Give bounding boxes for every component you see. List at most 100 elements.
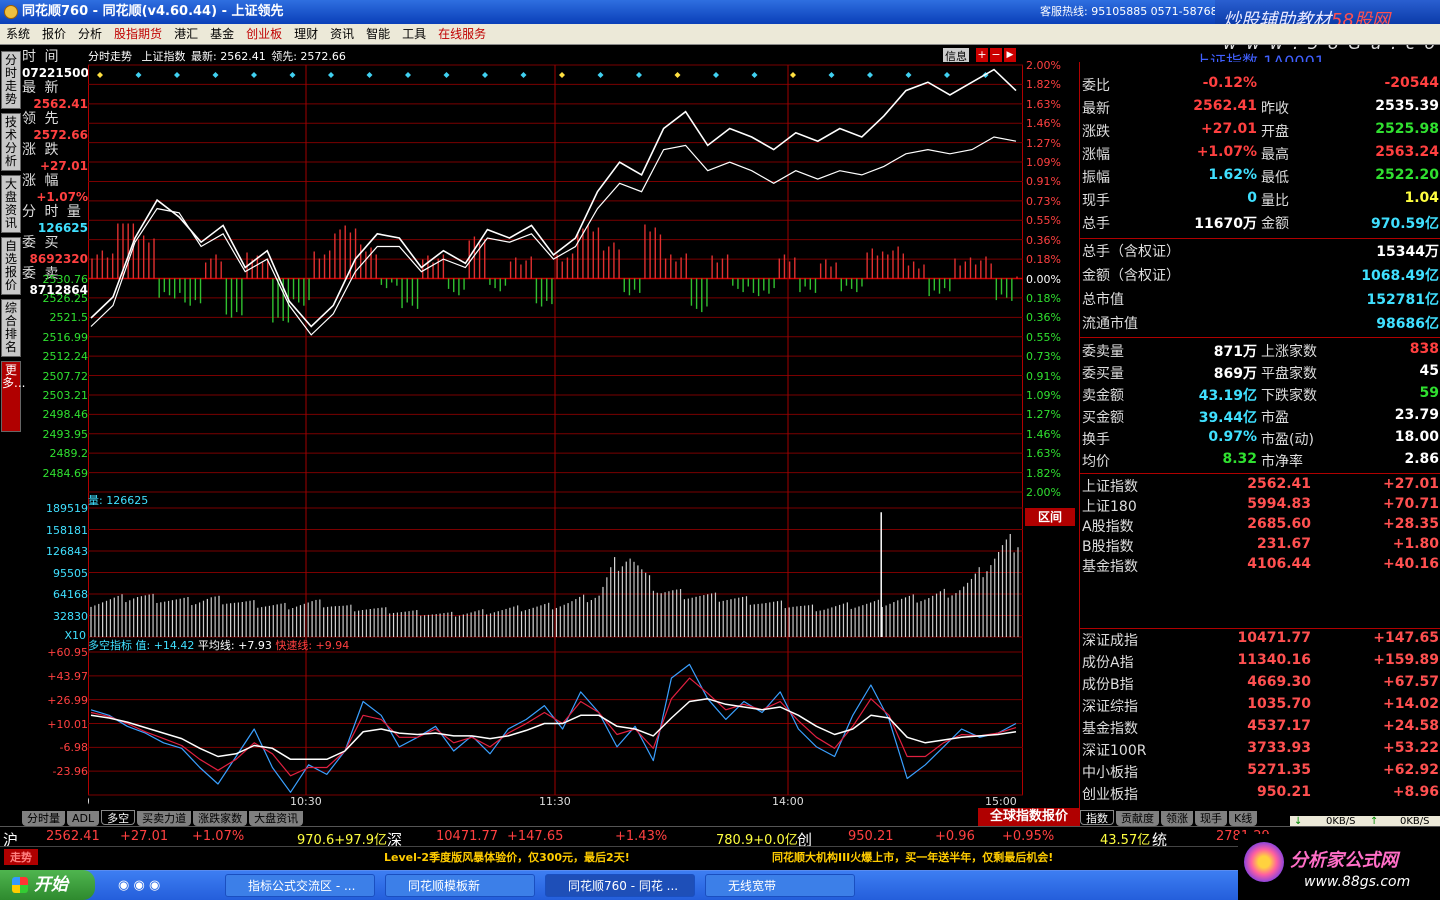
quote-value-2: 2525.98 <box>1375 121 1439 137</box>
index-price: 2562.41 <box>1247 476 1311 492</box>
menu-item-2[interactable]: 分析 <box>72 24 108 45</box>
indicator-value: 值: +14.42 <box>135 639 195 652</box>
quote-row: 委买量 869万 平盘家数 45 <box>1080 363 1440 385</box>
indicator-tab-4[interactable]: 涨跌家数 <box>193 811 248 826</box>
index-row[interactable]: 成份B指 4669.30 +67.57 <box>1080 674 1440 694</box>
zoom-in-icon[interactable]: + <box>976 48 988 62</box>
range-button[interactable]: 区间 <box>1025 508 1075 526</box>
indicator-tabs: 分时量 ADL 多空 买卖力道 涨跌家数 大盘资讯 <box>22 810 1080 826</box>
index-name: 上证180 <box>1082 499 1137 515</box>
pct-tick-label: 0.91% <box>1026 175 1061 189</box>
menu-item-9[interactable]: 智能 <box>360 24 396 45</box>
indicator-tab-2[interactable]: 多空 <box>101 810 136 825</box>
indicator-tab-5[interactable]: 大盘资讯 <box>249 811 304 826</box>
index-row[interactable]: 深证成指 10471.77 +147.65 <box>1080 630 1440 650</box>
nav-arrow-icon[interactable]: ▶ <box>1004 48 1016 62</box>
right-tab-0[interactable]: 指数 <box>1080 810 1114 825</box>
zoom-out-icon[interactable]: − <box>990 48 1002 62</box>
left-axis-labels: 2530.76 2526.25 2521.5 2516.99 2512.24 2507.7… <box>22 45 89 810</box>
left-tab-4[interactable]: 综合排名 <box>1 299 21 357</box>
index-row[interactable]: 上证180 5994.83 +70.71 <box>1080 496 1440 516</box>
volume-tick-label: 126843 <box>46 545 88 558</box>
index-price: 1035.70 <box>1247 696 1311 712</box>
news-item-2[interactable]: 同花顺大机构III火爆上市，买一年送半年，仅剩最后机会! <box>772 849 1053 865</box>
global-index-button[interactable]: 全球指数报价 <box>978 808 1080 826</box>
pct-tick-label: 1.46% <box>1026 427 1061 441</box>
quote-value-2: -20544 <box>1384 75 1439 91</box>
menu-item-1[interactable]: 报价 <box>36 24 72 45</box>
right-pct-axis: 2.00% 1.82% 1.63% 1.46% 1.27% 1.09% 0.91% 0.73%… <box>1023 45 1079 810</box>
quote-value-2: 2563.24 <box>1375 144 1439 160</box>
indicator-avg: 平均线: +7.93 <box>197 639 272 652</box>
index-name: 深证成指 <box>1082 633 1138 649</box>
menu-item-6[interactable]: 创业板 <box>240 24 288 45</box>
news-item-1[interactable]: Level-2季度版风暴体验价，仅300元，最后2天! <box>384 849 630 865</box>
index-row[interactable]: 中小板指 5271.35 +62.92 <box>1080 762 1440 782</box>
index-row[interactable]: 创业板指 950.21 +8.96 <box>1080 784 1440 804</box>
left-tab-3[interactable]: 自选报价 <box>1 237 21 295</box>
quote-key: 委买量 <box>1082 366 1124 382</box>
menu-item-0[interactable]: 系统 <box>0 24 36 45</box>
left-tab-5[interactable]: 更多... <box>1 361 25 432</box>
pct-tick-label: 1.46% <box>1026 117 1061 131</box>
index-price: 231.67 <box>1256 536 1311 552</box>
index-row[interactable]: A股指数 2685.60 +28.35 <box>1080 516 1440 536</box>
right-tab-2[interactable]: 领涨 <box>1161 811 1193 826</box>
index-row[interactable]: 基金指数 4537.17 +24.58 <box>1080 718 1440 738</box>
index-change: +8.96 <box>1392 784 1439 800</box>
index-price: 5271.35 <box>1247 762 1311 778</box>
ticker-item: +147.65 <box>507 829 564 844</box>
index-row[interactable]: 基金指数 4106.44 +40.16 <box>1080 556 1440 576</box>
quote-key: 总市值 <box>1082 292 1124 308</box>
left-tab-2[interactable]: 大盘资讯 <box>1 175 21 233</box>
index-price: 2685.60 <box>1247 516 1311 532</box>
news-badge[interactable]: 走势 <box>4 849 38 865</box>
indicator-tick-label: +43.97 <box>47 669 88 683</box>
quote-key-2: 量比 <box>1261 193 1289 209</box>
menu-item-4[interactable]: 港汇 <box>168 24 204 45</box>
index-row[interactable]: 成份A指 11340.16 +159.89 <box>1080 652 1440 672</box>
quote-value: +1.07% <box>1196 144 1257 160</box>
quote-row: 总手 11670万 金额 970.59亿 <box>1080 213 1440 235</box>
task-app[interactable]: 同花顺760 - 同花 ... <box>545 874 695 897</box>
x-tick-label: 14:00 <box>772 795 804 808</box>
index-row[interactable]: B股指数 231.67 +1.80 <box>1080 536 1440 556</box>
quote-value-2: 1.04 <box>1404 190 1439 206</box>
menu-item-8[interactable]: 资讯 <box>324 24 360 45</box>
indicator-tick-label: +10.01 <box>47 717 88 731</box>
indicator-tab-3[interactable]: 买卖力道 <box>137 811 192 826</box>
x-tick-label: 09:30 <box>88 795 90 808</box>
task-wireless[interactable]: 无线宽带 <box>705 874 855 897</box>
right-tab-3[interactable]: 现手 <box>1195 811 1227 826</box>
info-button[interactable]: 信息 <box>943 48 969 63</box>
ticker-item: +27.01 <box>120 829 169 844</box>
menu-item-7[interactable]: 理财 <box>288 24 324 45</box>
quicklaunch-icons[interactable]: ◉ ◉ ◉ <box>118 878 160 893</box>
menu-item-5[interactable]: 基金 <box>204 24 240 45</box>
chart-area[interactable]: 09:30 10:30 11:30 14:00 15:00 分时走势 上证指数 最新: … <box>88 45 1023 810</box>
quote-value-2: 18.00 <box>1394 429 1439 445</box>
left-tab-0[interactable]: 分时走势 <box>1 51 21 109</box>
right-tab-4[interactable]: K线 <box>1229 811 1258 826</box>
news-bar: 走势 Level-2季度版风暴体验价，仅300元，最后2天! 同花顺大机构III… <box>0 846 1440 865</box>
divider <box>1080 628 1440 629</box>
left-tab-1[interactable]: 技术分析 <box>1 113 21 171</box>
indicator-tab-1[interactable]: ADL <box>67 811 100 826</box>
index-row[interactable]: 深证100R 3733.93 +53.22 <box>1080 740 1440 760</box>
index-row[interactable]: 上证指数 2562.41 +27.01 <box>1080 476 1440 496</box>
chart-svg[interactable]: 09:30 10:30 11:30 14:00 15:00 <box>88 45 1023 810</box>
task-template[interactable]: 同花顺模板新 <box>385 874 535 897</box>
quote-key: 涨跌 <box>1082 124 1110 140</box>
menu-item-11[interactable]: 在线服务 <box>432 24 492 45</box>
index-row[interactable]: 深证综指 1035.70 +14.02 <box>1080 696 1440 716</box>
index-name: 深证100R <box>1082 743 1147 759</box>
indicator-tab-0[interactable]: 分时量 <box>22 811 65 826</box>
task-forum[interactable]: 指标公式交流区 - ... <box>225 874 375 897</box>
menu-item-10[interactable]: 工具 <box>396 24 432 45</box>
right-tab-1[interactable]: 贡献度 <box>1116 811 1159 826</box>
index-price: 3733.93 <box>1247 740 1311 756</box>
index-ticker: 沪 2562.41 +27.01 +1.07% 970.6+97.9亿深 10471.77… <box>0 826 1440 849</box>
index-change: +40.16 <box>1382 556 1439 572</box>
indicator-header: 多空指标 值: +14.42 平均线: +7.93 快速线: +9.94 <box>88 637 349 653</box>
menu-item-3[interactable]: 股指期货 <box>108 24 168 45</box>
